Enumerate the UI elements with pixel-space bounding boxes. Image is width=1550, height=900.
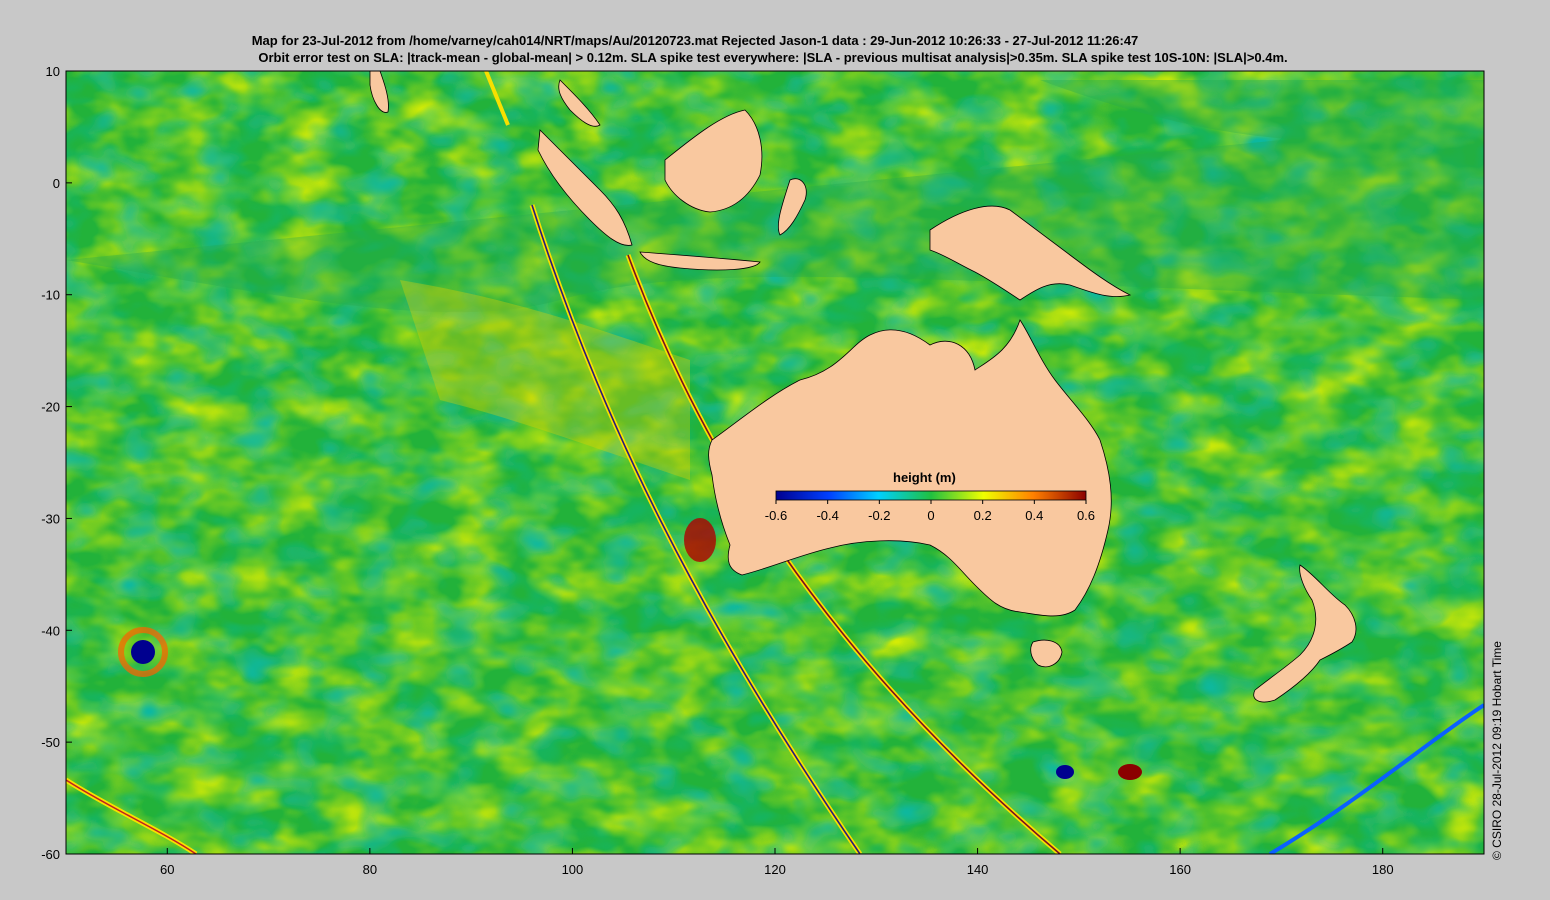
- y-tick-label: -60: [41, 847, 60, 862]
- colorbar-tick-label: -0.4: [816, 508, 838, 523]
- y-tick-label: 0: [53, 176, 60, 191]
- colorbar-tick-label: 0: [927, 508, 934, 523]
- colorbar-label: height (m): [893, 470, 956, 485]
- y-tick-label: -30: [41, 511, 60, 526]
- x-tick-label: 100: [562, 862, 584, 877]
- sla-high-eddy-south: [1118, 764, 1142, 780]
- colorbar: [775, 490, 1087, 501]
- map-area: [66, 71, 1484, 854]
- colorbar-tick-label: 0.6: [1077, 508, 1095, 523]
- colorbar-tick-label: -0.6: [765, 508, 787, 523]
- x-tick-label: 80: [363, 862, 377, 877]
- y-tick-label: 10: [46, 64, 60, 79]
- y-tick-label: -40: [41, 623, 60, 638]
- x-tick-label: 140: [967, 862, 989, 877]
- map-figure: 60 80 100 120 140 160 180 100-10-20-30-40-50-6…: [41, 64, 1485, 877]
- colorbar-tick-label: -0.2: [868, 508, 890, 523]
- x-tick-label: 180: [1372, 862, 1394, 877]
- y-tick-label: -20: [41, 400, 60, 415]
- colorbar-tick-label: 0.4: [1025, 508, 1043, 523]
- y-tick-label: -10: [41, 288, 60, 303]
- sla-low-eddy-south: [1056, 765, 1074, 779]
- colorbar-tick-label: 0.2: [974, 508, 992, 523]
- credit-text: © CSIRO 28-Jul-2012 09:19 Hobart Time: [1490, 641, 1504, 860]
- sla-low-eddy: [131, 640, 155, 664]
- y-tick-label: -50: [41, 735, 60, 750]
- x-tick-label: 160: [1169, 862, 1191, 877]
- x-tick-label: 60: [160, 862, 174, 877]
- x-tick-label: 120: [764, 862, 786, 877]
- sla-high-eddy: [684, 518, 716, 562]
